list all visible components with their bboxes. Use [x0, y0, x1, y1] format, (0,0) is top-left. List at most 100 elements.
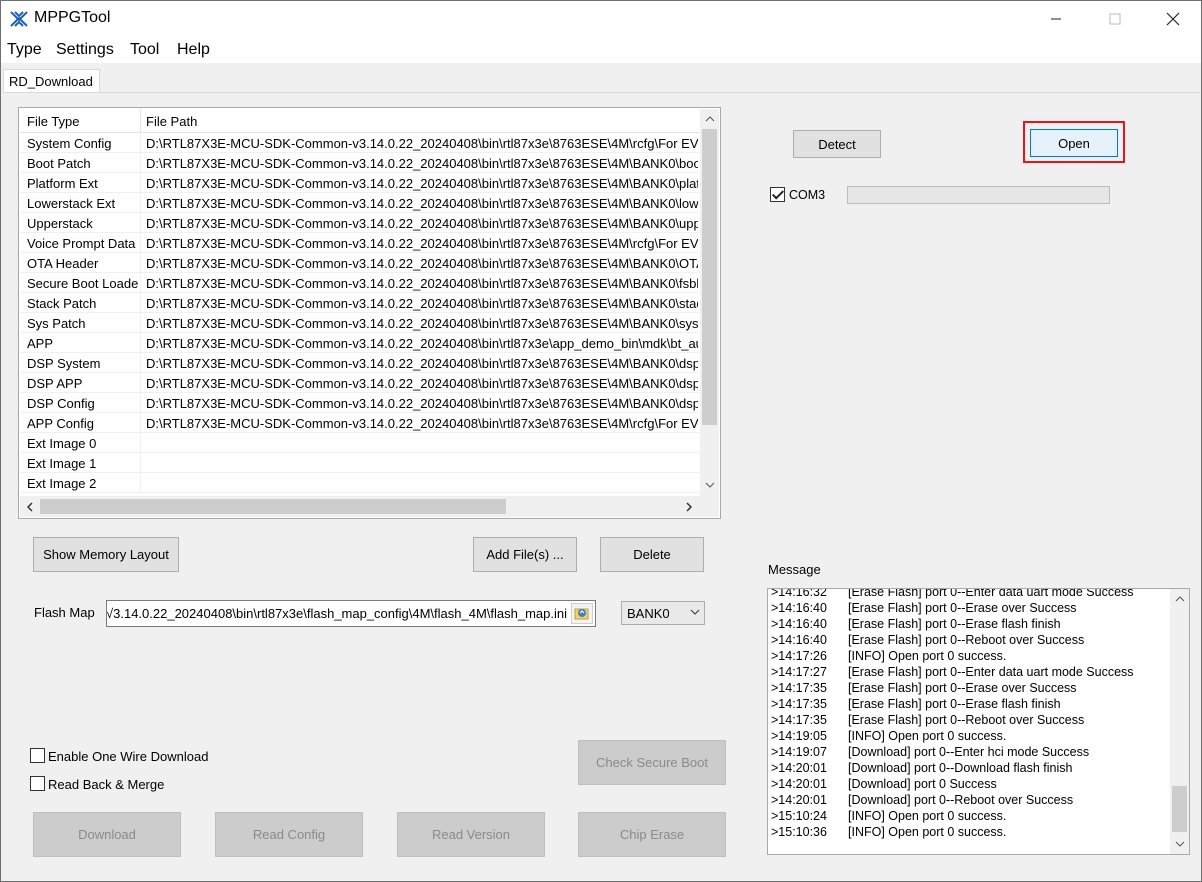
menu-help[interactable]: Help [177, 41, 210, 59]
download-button[interactable]: Download [33, 812, 181, 857]
read-back-merge-checkbox[interactable] [30, 776, 45, 791]
file-path-cell[interactable]: D:\RTL87X3E-MCU-SDK-Common-v3.14.0.22_20… [146, 316, 698, 331]
message-line: >14:17:35 [Erase Flash] port 0--Erase ove… [771, 680, 1167, 696]
file-path-cell[interactable]: D:\RTL87X3E-MCU-SDK-Common-v3.14.0.22_20… [146, 296, 698, 311]
cell-divider [140, 333, 141, 353]
message-time: >14:16:40 [771, 633, 827, 647]
minimize-button[interactable] [1027, 1, 1085, 37]
flash-map-path-field[interactable]: √3.14.0.22_20240408\bin\rtl87x3e\flash_m… [106, 600, 596, 627]
table-row[interactable]: System Config D:\RTL87X3E-MCU-SDK-Common-… [20, 133, 700, 153]
menu-bar: Type Settings Tool Help [1, 37, 1201, 63]
column-header-file-path[interactable]: File Path [146, 114, 197, 129]
table-row[interactable]: Voice Prompt Data D:\RTL87X3E-MCU-SDK-Com… [20, 233, 700, 253]
file-type-cell: Secure Boot Loader [27, 276, 139, 291]
file-path-cell[interactable]: D:\RTL87X3E-MCU-SDK-Common-v3.14.0.22_20… [146, 216, 698, 231]
one-wire-download-checkbox[interactable] [30, 748, 45, 763]
table-row[interactable]: OTA Header D:\RTL87X3E-MCU-SDK-Common-v3.… [20, 253, 700, 273]
message-time: >14:19:05 [771, 729, 827, 743]
file-path-cell[interactable]: D:\RTL87X3E-MCU-SDK-Common-v3.14.0.22_20… [146, 176, 698, 191]
table-row[interactable]: DSP Config D:\RTL87X3E-MCU-SDK-Common-v3.… [20, 393, 700, 413]
message-line: >14:16:40 [Erase Flash] port 0--Reboot ov… [771, 632, 1167, 648]
maximize-button[interactable] [1086, 1, 1144, 37]
cell-divider [140, 193, 141, 213]
table-row[interactable]: Sys Patch D:\RTL87X3E-MCU-SDK-Common-v3.1… [20, 313, 700, 333]
com3-label: COM3 [789, 188, 826, 202]
bank-select[interactable]: BANK0 [621, 601, 705, 625]
message-text: [Erase Flash] port 0--Erase over Success [848, 681, 1077, 695]
check-secure-boot-button[interactable]: Check Secure Boot [578, 740, 726, 785]
read-back-merge-label: Read Back & Merge [48, 777, 165, 792]
browse-folder-icon[interactable] [571, 603, 593, 624]
file-type-cell: Ext Image 0 [27, 436, 97, 451]
bank-select-value: BANK0 [627, 606, 670, 621]
file-path-cell[interactable]: D:\RTL87X3E-MCU-SDK-Common-v3.14.0.22_20… [146, 156, 698, 171]
table-row[interactable]: Secure Boot Loader D:\RTL87X3E-MCU-SDK-Co… [20, 273, 700, 293]
file-type-cell: APP Config [27, 416, 94, 431]
table-row[interactable]: Platform Ext D:\RTL87X3E-MCU-SDK-Common-v… [20, 173, 700, 193]
table-row[interactable]: Ext Image 1 [20, 453, 700, 473]
table-row[interactable]: Ext Image 0 [20, 433, 700, 453]
scroll-up-icon[interactable] [700, 110, 719, 128]
message-vertical-scrollbar[interactable] [1170, 589, 1189, 854]
table-horizontal-scrollbar[interactable] [20, 496, 700, 517]
file-type-cell: Sys Patch [27, 316, 86, 331]
file-path-cell[interactable]: D:\RTL87X3E-MCU-SDK-Common-v3.14.0.22_20… [146, 396, 698, 411]
file-table: File Type File Path System Config D:\RTL8… [18, 107, 721, 519]
scroll-left-icon[interactable] [21, 496, 39, 517]
scroll-right-icon[interactable] [680, 496, 698, 517]
file-type-cell: Ext Image 1 [27, 456, 97, 471]
file-path-cell[interactable]: D:\RTL87X3E-MCU-SDK-Common-v3.14.0.22_20… [146, 136, 698, 151]
table-row[interactable]: DSP System D:\RTL87X3E-MCU-SDK-Common-v3.… [20, 353, 700, 373]
close-icon [1166, 12, 1180, 26]
file-path-cell[interactable]: D:\RTL87X3E-MCU-SDK-Common-v3.14.0.22_20… [146, 196, 698, 211]
scroll-down-icon[interactable] [1170, 835, 1189, 853]
cell-divider [140, 313, 141, 333]
menu-type[interactable]: Type [7, 41, 42, 59]
table-vertical-scroll-thumb[interactable] [702, 129, 717, 425]
menu-settings[interactable]: Settings [56, 41, 114, 59]
read-version-button[interactable]: Read Version [397, 812, 545, 857]
message-text: [Erase Flash] port 0--Reboot over Succes… [848, 713, 1085, 727]
chevron-down-icon [690, 609, 700, 615]
file-type-cell: Stack Patch [27, 296, 97, 311]
file-path-cell[interactable]: D:\RTL87X3E-MCU-SDK-Common-v3.14.0.22_20… [146, 336, 698, 351]
table-row[interactable]: Lowerstack Ext D:\RTL87X3E-MCU-SDK-Common… [20, 193, 700, 213]
add-files-button[interactable]: Add File(s) ... [473, 537, 577, 572]
show-memory-layout-button[interactable]: Show Memory Layout [33, 537, 179, 572]
menu-tool[interactable]: Tool [130, 41, 159, 59]
chip-erase-button[interactable]: Chip Erase [578, 812, 726, 857]
cell-divider [140, 293, 141, 313]
delete-button[interactable]: Delete [600, 537, 704, 572]
com3-checkbox[interactable] [770, 187, 785, 202]
table-row[interactable]: Boot Patch D:\RTL87X3E-MCU-SDK-Common-v3.… [20, 153, 700, 173]
file-path-cell[interactable]: D:\RTL87X3E-MCU-SDK-Common-v3.14.0.22_20… [146, 276, 698, 291]
table-row[interactable]: APP D:\RTL87X3E-MCU-SDK-Common-v3.14.0.22… [20, 333, 700, 353]
table-vertical-scrollbar[interactable] [700, 109, 719, 496]
file-path-cell[interactable]: D:\RTL87X3E-MCU-SDK-Common-v3.14.0.22_20… [146, 256, 698, 271]
file-path-cell[interactable]: D:\RTL87X3E-MCU-SDK-Common-v3.14.0.22_20… [146, 376, 698, 391]
table-row[interactable]: Stack Patch D:\RTL87X3E-MCU-SDK-Common-v3… [20, 293, 700, 313]
column-divider[interactable] [140, 109, 141, 133]
table-body: System Config D:\RTL87X3E-MCU-SDK-Common-… [20, 133, 700, 496]
close-button[interactable] [1144, 1, 1202, 37]
table-row[interactable]: DSP APP D:\RTL87X3E-MCU-SDK-Common-v3.14.… [20, 373, 700, 393]
table-header: File Type File Path [20, 109, 700, 133]
one-wire-download-label: Enable One Wire Download [48, 749, 209, 764]
message-text: [Download] port 0--Download flash finish [848, 761, 1073, 775]
read-config-button[interactable]: Read Config [215, 812, 363, 857]
table-row[interactable]: APP Config D:\RTL87X3E-MCU-SDK-Common-v3.… [20, 413, 700, 433]
table-row[interactable]: Upperstack D:\RTL87X3E-MCU-SDK-Common-v3.… [20, 213, 700, 233]
file-path-cell[interactable]: D:\RTL87X3E-MCU-SDK-Common-v3.14.0.22_20… [146, 236, 698, 251]
table-horizontal-scroll-thumb[interactable] [40, 499, 506, 514]
scroll-down-icon[interactable] [700, 476, 719, 494]
file-path-cell[interactable]: D:\RTL87X3E-MCU-SDK-Common-v3.14.0.22_20… [146, 356, 698, 371]
column-header-file-type[interactable]: File Type [27, 114, 80, 129]
table-row[interactable]: Ext Image 2 [20, 473, 700, 493]
scroll-up-icon[interactable] [1170, 590, 1189, 608]
message-text: [Erase Flash] port 0--Enter data uart mo… [848, 665, 1134, 679]
detect-button[interactable]: Detect [793, 130, 881, 158]
message-time: >14:19:07 [771, 745, 827, 759]
message-line: >15:10:36 [INFO] Open port 0 success. [771, 824, 1167, 840]
message-scroll-thumb[interactable] [1172, 786, 1187, 832]
file-path-cell[interactable]: D:\RTL87X3E-MCU-SDK-Common-v3.14.0.22_20… [146, 416, 698, 431]
